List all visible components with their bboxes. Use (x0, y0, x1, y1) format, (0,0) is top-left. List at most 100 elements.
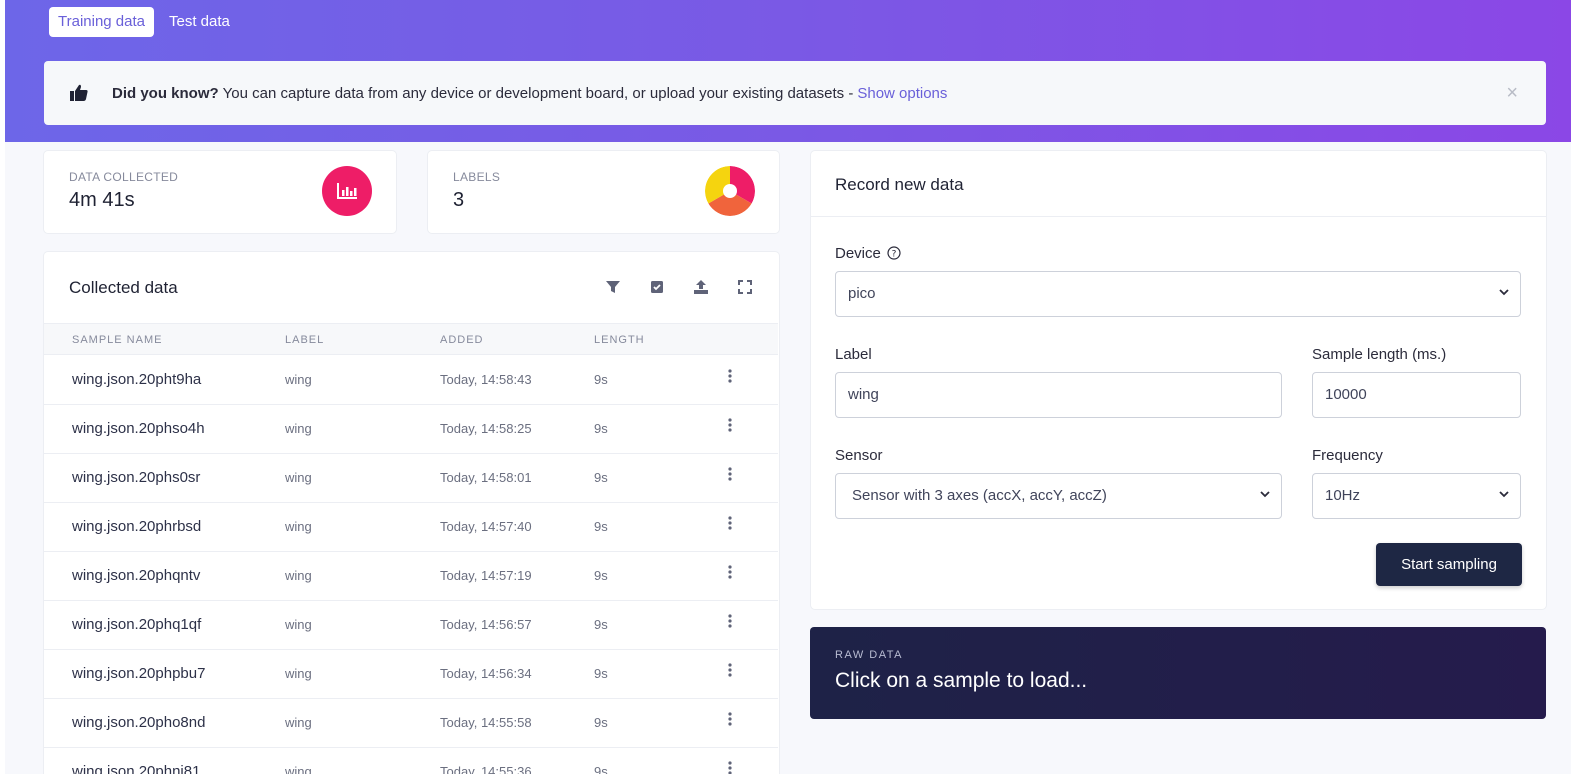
table-row[interactable]: wing.json.20pho8nd wing Today, 14:55:58 9s (44, 699, 778, 748)
chevron-down-icon (1499, 491, 1509, 498)
labels-label: LABELS (453, 170, 501, 184)
labels-value: 3 (453, 189, 465, 211)
sensor-label: Sensor (835, 447, 883, 464)
tab-training-data[interactable]: Training data (49, 7, 154, 37)
sample-length: 9s (594, 666, 608, 681)
tab-bar: Training data Test data (49, 7, 239, 37)
sample-length: 9s (594, 617, 608, 632)
table-row[interactable]: wing.json.20phs0sr wing Today, 14:58:01 9s (44, 454, 778, 503)
more-vertical-icon[interactable] (728, 761, 732, 774)
sample-added: Today, 14:55:36 (440, 764, 532, 774)
more-vertical-icon[interactable] (728, 467, 732, 481)
sample-added: Today, 14:55:58 (440, 715, 532, 730)
sample-added: Today, 14:58:43 (440, 372, 532, 387)
sample-label: wing (285, 568, 312, 583)
notice-heading: Did you know? (112, 84, 219, 102)
frequency-label: Frequency (1312, 447, 1383, 464)
table-header: SAMPLE NAME LABEL ADDED LENGTH (44, 323, 778, 355)
sample-length: 9s (594, 470, 608, 485)
sample-name: wing.json.20phqntv (72, 567, 201, 584)
label-input[interactable]: wing (835, 372, 1282, 418)
sample-added: Today, 14:57:40 (440, 519, 532, 534)
device-label: Device ? (835, 245, 901, 262)
fullscreen-icon[interactable] (736, 278, 754, 296)
sample-length: 9s (594, 421, 608, 436)
labels-donut-icon (705, 166, 755, 216)
sample-added: Today, 14:57:19 (440, 568, 532, 583)
table-row[interactable]: wing.json.20phni81 wing Today, 14:55:36 9s (44, 748, 778, 774)
chevron-down-icon (1260, 491, 1270, 498)
data-collected-label: DATA COLLECTED (69, 170, 179, 184)
more-vertical-icon[interactable] (728, 614, 732, 628)
sample-label: wing (285, 617, 312, 632)
close-icon[interactable]: × (1506, 82, 1518, 105)
did-you-know-banner: Did you know? You can capture data from … (44, 61, 1546, 125)
sample-label: wing (285, 519, 312, 534)
labels-card: LABELS 3 (428, 151, 779, 233)
table-row[interactable]: wing.json.20phso4h wing Today, 14:58:25 9s (44, 405, 778, 454)
table-row[interactable]: wing.json.20phqntv wing Today, 14:57:19 9s (44, 552, 778, 601)
sample-length: 9s (594, 715, 608, 730)
thumbs-up-icon (70, 84, 88, 101)
sample-label: wing (285, 421, 312, 436)
sensor-select[interactable]: Sensor with 3 axes (accX, accY, accZ) (835, 473, 1282, 519)
column-added[interactable]: ADDED (440, 334, 484, 346)
sample-name: wing.json.20phso4h (72, 420, 205, 437)
tab-test-data[interactable]: Test data (160, 7, 239, 37)
more-vertical-icon[interactable] (728, 663, 732, 677)
sample-name: wing.json.20phpbu7 (72, 665, 206, 682)
record-title: Record new data (835, 175, 964, 194)
help-icon[interactable]: ? (887, 246, 901, 260)
sample-length: 9s (594, 764, 608, 774)
sample-label: wing (285, 666, 312, 681)
collected-data-panel: Collected data SAMPLE NAME LABEL ADDED L… (44, 252, 779, 774)
sample-added: Today, 14:58:01 (440, 470, 532, 485)
label-field-label: Label (835, 346, 872, 363)
more-vertical-icon[interactable] (728, 516, 732, 530)
sample-name: wing.json.20pht9ha (72, 371, 202, 388)
sample-length: 9s (594, 519, 608, 534)
sample-label: wing (285, 372, 312, 387)
more-vertical-icon[interactable] (728, 565, 732, 579)
notice-text: You can capture data from any device or … (222, 84, 854, 102)
filter-icon[interactable] (604, 278, 622, 296)
upload-icon[interactable] (692, 278, 710, 296)
bar-chart-icon (322, 166, 372, 216)
table-row[interactable]: wing.json.20pht9ha wing Today, 14:58:43 9s (44, 356, 778, 405)
more-vertical-icon[interactable] (728, 712, 732, 726)
sample-length-label: Sample length (ms.) (1312, 346, 1447, 363)
sample-name: wing.json.20phrbsd (72, 518, 202, 535)
svg-text:?: ? (892, 250, 897, 260)
data-collected-card: DATA COLLECTED 4m 41s (44, 151, 396, 233)
sample-length-input[interactable]: 10000 (1312, 372, 1521, 418)
raw-data-label: RAW DATA (835, 649, 904, 661)
table-row[interactable]: wing.json.20phpbu7 wing Today, 14:56:34 9s (44, 650, 778, 699)
sample-name: wing.json.20phni81 (72, 763, 201, 774)
start-sampling-button[interactable]: Start sampling (1376, 543, 1522, 586)
data-collected-value: 4m 41s (69, 189, 135, 211)
more-vertical-icon[interactable] (728, 418, 732, 432)
collected-data-title: Collected data (69, 278, 178, 297)
record-new-data-panel: Record new data Device ? pico Label wing… (811, 151, 1546, 609)
more-vertical-icon[interactable] (728, 369, 732, 383)
chevron-down-icon (1499, 289, 1509, 296)
column-length[interactable]: LENGTH (594, 334, 645, 346)
show-options-link[interactable]: Show options (857, 85, 947, 102)
table-row[interactable]: wing.json.20phq1qf wing Today, 14:56:57 9s (44, 601, 778, 650)
record-header: Record new data (811, 151, 1546, 217)
frequency-select[interactable]: 10Hz (1312, 473, 1521, 519)
column-sample-name[interactable]: SAMPLE NAME (72, 334, 162, 346)
device-select[interactable]: pico (835, 271, 1521, 317)
sample-added: Today, 14:56:34 (440, 666, 532, 681)
column-label[interactable]: LABEL (285, 334, 324, 346)
sample-label: wing (285, 470, 312, 485)
sample-added: Today, 14:56:57 (440, 617, 532, 632)
raw-data-panel: RAW DATA Click on a sample to load... (810, 627, 1546, 719)
table-row[interactable]: wing.json.20phrbsd wing Today, 14:57:40 9s (44, 503, 778, 552)
sample-name: wing.json.20pho8nd (72, 714, 206, 731)
collected-data-toolbar (604, 278, 754, 296)
sample-name: wing.json.20phs0sr (72, 469, 201, 486)
sample-length: 9s (594, 568, 608, 583)
check-square-icon[interactable] (648, 278, 666, 296)
sample-length: 9s (594, 372, 608, 387)
